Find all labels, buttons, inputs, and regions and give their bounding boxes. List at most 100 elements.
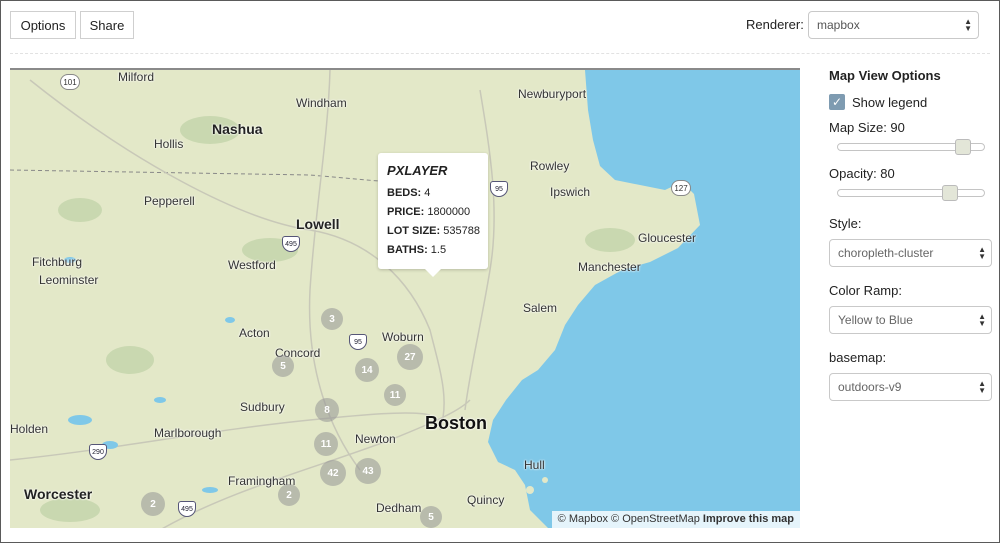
style-label: Style:	[829, 216, 862, 231]
forest-patch	[106, 346, 154, 374]
cluster-marker[interactable]: 43	[355, 458, 381, 484]
forest-patch	[58, 198, 102, 222]
place-label: Quincy	[467, 493, 505, 507]
cluster-marker[interactable]: 27	[397, 344, 423, 370]
map-size-slider[interactable]	[837, 139, 985, 155]
map-basemap	[10, 70, 800, 528]
place-label: Boston	[425, 413, 487, 433]
basemap-select-value: outdoors-v9	[838, 380, 902, 394]
color-ramp-label: Color Ramp:	[829, 283, 902, 298]
harbor-island	[542, 477, 548, 483]
cluster-marker[interactable]: 2	[278, 484, 300, 506]
cluster-marker[interactable]: 5	[420, 506, 442, 528]
feature-popup: PXLAYER BEDS: 4 PRICE: 1800000 LOT SIZE:…	[378, 153, 488, 277]
share-button[interactable]: Share	[80, 11, 134, 39]
lake	[202, 487, 218, 493]
cluster-marker[interactable]: 3	[321, 308, 343, 330]
place-label: Westford	[228, 258, 276, 272]
place-label: Ipswich	[550, 185, 591, 199]
popup-baths-value: 1.5	[430, 244, 447, 256]
select-arrows-icon: ▲ ▼	[978, 312, 986, 328]
style-select[interactable]: choropleth-cluster ▲ ▼	[829, 239, 992, 267]
place-label: Lowell	[296, 216, 340, 232]
panel-title: Map View Options	[829, 68, 941, 83]
map-size-label: Map Size: 90	[829, 120, 905, 135]
map-view-options-panel: Map View Options ✓ Show legend Map Size:…	[829, 68, 994, 401]
popup-beds-row: BEDS: 4	[387, 184, 479, 203]
check-icon: ✓	[831, 95, 843, 109]
place-label: Salem	[523, 301, 558, 315]
place-label: Marlborough	[154, 426, 222, 440]
popup-baths-label: BATHS:	[387, 244, 428, 256]
improve-map-link[interactable]: Improve this map	[703, 513, 794, 525]
cluster-marker[interactable]: 42	[320, 460, 346, 486]
place-label: Pepperell	[144, 194, 195, 208]
place-label: Newburyport	[518, 87, 587, 101]
popup-beds-value: 4	[424, 187, 431, 199]
renderer-select[interactable]: mapbox ▲ ▼	[808, 11, 979, 39]
cluster-marker[interactable]: 2	[141, 492, 165, 516]
select-arrows-icon: ▲ ▼	[978, 379, 986, 395]
popup-lot-label: LOT SIZE:	[387, 225, 441, 237]
cluster-marker[interactable]: 8	[315, 398, 339, 422]
route-shield: 101	[60, 74, 80, 90]
place-label: Dedham	[376, 501, 422, 515]
opacity-label: Opacity: 80	[829, 166, 895, 181]
place-label: Acton	[239, 326, 270, 340]
renderer-label: Renderer:	[746, 17, 804, 32]
select-arrows-icon: ▲ ▼	[964, 17, 972, 33]
harbor-island	[526, 486, 534, 494]
place-label: Woburn	[382, 330, 424, 344]
place-label: Nashua	[212, 121, 263, 137]
mapbox-attribution-link[interactable]: © Mapbox	[558, 513, 608, 525]
show-legend-checkbox[interactable]: ✓	[829, 94, 845, 110]
popup-price-value: 1800000	[427, 206, 471, 218]
popup-beds-label: BEDS:	[387, 187, 422, 199]
route-shield: 127	[671, 180, 691, 196]
basemap-label: basemap:	[829, 350, 887, 365]
basemap-select[interactable]: outdoors-v9 ▲ ▼	[829, 373, 992, 401]
popup-lot-row: LOT SIZE: 535788	[387, 222, 480, 241]
color-ramp-select-value: Yellow to Blue	[838, 313, 913, 327]
place-label: Windham	[296, 96, 347, 110]
place-label: Holden	[10, 422, 49, 436]
style-select-value: choropleth-cluster	[838, 246, 934, 260]
renderer-select-value: mapbox	[817, 18, 860, 32]
lake	[68, 415, 92, 425]
popup-price-row: PRICE: 1800000	[387, 203, 479, 222]
popup-lot-value: 535788	[443, 225, 480, 237]
cluster-marker[interactable]: 5	[272, 355, 294, 377]
show-legend-row[interactable]: ✓ Show legend	[829, 94, 994, 110]
select-arrows-icon: ▲ ▼	[978, 245, 986, 261]
forest-patch	[585, 228, 635, 252]
place-label: Milford	[118, 70, 155, 84]
popup-title: PXLAYER	[387, 163, 448, 178]
place-label: Hull	[524, 458, 545, 472]
place-label: Newton	[355, 432, 396, 446]
map-view[interactable]: Milford Windham Newburyport Nashua Holli…	[10, 68, 800, 528]
place-label: Hollis	[154, 137, 184, 151]
show-legend-label[interactable]: Show legend	[852, 95, 927, 110]
color-ramp-select[interactable]: Yellow to Blue ▲ ▼	[829, 306, 992, 334]
place-label: Manchester	[578, 260, 641, 274]
popup-baths-row: BATHS: 1.5	[387, 241, 479, 260]
lake	[225, 317, 235, 323]
place-label: Leominster	[39, 273, 99, 287]
place-label: Rowley	[530, 159, 570, 173]
cluster-marker[interactable]: 11	[314, 432, 338, 456]
place-label: Worcester	[24, 486, 93, 502]
lake	[154, 397, 166, 403]
osm-attribution-link[interactable]: © OpenStreetMap	[611, 513, 700, 525]
place-label: Sudbury	[240, 400, 285, 414]
cluster-marker[interactable]: 14	[355, 358, 379, 382]
cluster-marker[interactable]: 11	[384, 384, 406, 406]
opacity-slider[interactable]	[837, 185, 985, 201]
place-label: Gloucester	[638, 231, 697, 245]
toolbar-divider	[10, 53, 990, 54]
map-size-slider-thumb[interactable]	[955, 139, 971, 155]
place-label: Fitchburg	[32, 255, 83, 269]
options-button[interactable]: Options	[10, 11, 76, 39]
map-attribution: © Mapbox © OpenStreetMap Improve this ma…	[551, 511, 800, 528]
opacity-slider-thumb[interactable]	[942, 185, 958, 201]
popup-price-label: PRICE:	[387, 206, 425, 218]
